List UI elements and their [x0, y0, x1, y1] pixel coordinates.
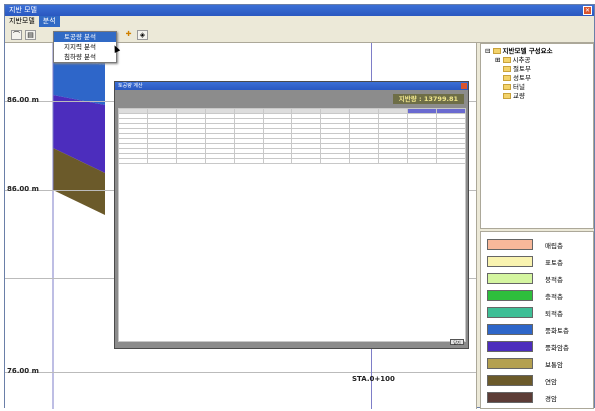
- elevation-label: 86.00 m: [7, 96, 39, 104]
- layer-legend: 매립층표토층붕적층충적층퇴적층풍화토층풍화암층보통암연암경암: [480, 231, 594, 409]
- tree-item-bridge[interactable]: 교량: [485, 92, 589, 101]
- folder-icon: [502, 57, 511, 63]
- legend-swatch: [487, 375, 533, 386]
- folder-icon: [492, 48, 501, 54]
- close-icon[interactable]: ✕: [583, 6, 592, 15]
- title-bar: 지반 모델 ✕: [5, 5, 594, 16]
- dialog-close-button[interactable]: 닫기: [450, 339, 464, 345]
- dialog-title: 토공량 계산: [118, 83, 143, 89]
- legend-swatch: [487, 341, 533, 352]
- legend-label: 풍화암층: [545, 343, 569, 352]
- legend-item: 연암: [487, 372, 587, 389]
- legend-item: 매립층: [487, 236, 587, 253]
- menu-bar: 지반모델 분석: [5, 16, 594, 27]
- legend-label: 풍화토층: [545, 326, 569, 335]
- elevation-label: 76.00 m: [7, 367, 39, 375]
- tree-root[interactable]: ⊟ 지반모델 구성요소: [485, 47, 589, 56]
- folder-icon: [503, 84, 511, 90]
- legend-item: 붕적층: [487, 270, 587, 287]
- table-empty-area: [118, 163, 466, 342]
- tree-item-borehole[interactable]: ⊞ 시추공: [485, 56, 589, 65]
- tree-item-cut[interactable]: 절토부: [485, 65, 589, 74]
- legend-label: 보통암: [545, 360, 563, 369]
- print-icon[interactable]: ▤: [25, 30, 36, 40]
- legend-item: 풍화토층: [487, 321, 587, 338]
- window-title: 지반 모델: [9, 6, 37, 14]
- legend-label: 붕적층: [545, 275, 563, 284]
- legend-item: 풍화암층: [487, 338, 587, 355]
- menu-analysis[interactable]: 분석: [38, 16, 60, 27]
- elevation-label: 86.00 m: [7, 185, 39, 193]
- menu-item-earthwork[interactable]: 토공량 분석: [54, 32, 116, 42]
- legend-item: 경암: [487, 389, 587, 406]
- legend-item: 표토층: [487, 253, 587, 270]
- legend-item: 퇴적층: [487, 304, 587, 321]
- legend-item: 보통암: [487, 355, 587, 372]
- tree-item-tunnel[interactable]: 터널: [485, 83, 589, 92]
- station-label: STA.0+100: [352, 375, 395, 383]
- legend-label: 표토층: [545, 258, 563, 267]
- dialog-close-icon[interactable]: [461, 83, 467, 89]
- legend-swatch: [487, 358, 533, 369]
- total-volume: 지반량 : 13799.81: [392, 94, 464, 104]
- menu-item-bearing[interactable]: 지지력 분석: [54, 42, 116, 52]
- legend-swatch: [487, 392, 533, 403]
- menu-item-settlement[interactable]: 침하량 분석: [54, 52, 116, 62]
- cube-icon[interactable]: ◈: [137, 30, 148, 40]
- legend-swatch: [487, 324, 533, 335]
- main-window: 지반 모델 ✕ 지반모델 분석 ⌒ ▤ ✚ ◈ 86.00 m 86.00 m …: [4, 4, 595, 409]
- legend-label: 충적층: [545, 292, 563, 301]
- chart-icon[interactable]: ⌒: [11, 30, 22, 40]
- legend-swatch: [487, 307, 533, 318]
- dialog-title-bar: 토공량 계산: [115, 82, 468, 90]
- legend-label: 경암: [545, 394, 557, 403]
- folder-icon: [503, 66, 511, 72]
- analysis-dropdown: 토공량 분석 지지력 분석 침하량 분석: [53, 31, 117, 63]
- legend-swatch: [487, 273, 533, 284]
- folder-icon: [503, 75, 511, 81]
- component-tree: ⊟ 지반모델 구성요소 ⊞ 시추공 절토부 성토부 터널 교량: [480, 43, 594, 229]
- earthwork-dialog: 토공량 계산 지반량 : 13799.81 닫기: [114, 81, 469, 349]
- menu-ground-model[interactable]: 지반모델: [5, 16, 39, 27]
- legend-swatch: [487, 256, 533, 267]
- grid-line: [5, 372, 476, 373]
- tree-item-fill[interactable]: 성토부: [485, 74, 589, 83]
- folder-icon: [503, 93, 511, 99]
- legend-item: 충적층: [487, 287, 587, 304]
- legend-label: 퇴적층: [545, 309, 563, 318]
- legend-label: 매립층: [545, 241, 563, 250]
- volume-table: [118, 108, 467, 342]
- legend-swatch: [487, 290, 533, 301]
- move-icon[interactable]: ✚: [123, 30, 134, 40]
- legend-swatch: [487, 239, 533, 250]
- legend-label: 연암: [545, 377, 557, 386]
